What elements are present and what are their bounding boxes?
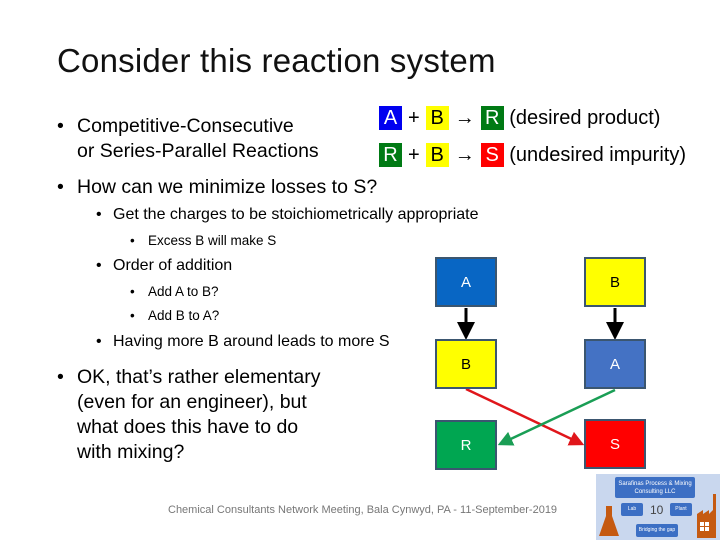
slide: Consider this reaction system Competitiv… bbox=[0, 0, 720, 540]
diagram-box-r: R bbox=[435, 420, 497, 470]
diagram-box-b-right: B bbox=[584, 257, 646, 307]
diagram-box-a-right: A bbox=[584, 339, 646, 389]
company-logo: Sarafinas Process & Mixing Consulting LL… bbox=[596, 474, 720, 540]
diagram-box-b-left: B bbox=[435, 339, 497, 389]
logo-lab-label: Lab bbox=[621, 503, 643, 516]
slide-footer: Chemical Consultants Network Meeting, Ba… bbox=[168, 504, 558, 516]
factory-icon bbox=[697, 494, 716, 538]
logo-plant-label: Plant bbox=[670, 503, 692, 516]
logo-tagline: Bridging the gap bbox=[636, 524, 678, 537]
logo-company-name: Sarafinas Process & Mixing Consulting LL… bbox=[615, 477, 695, 498]
page-number: 10 bbox=[650, 503, 664, 517]
diagram-box-a-left: A bbox=[435, 257, 497, 307]
diagram-box-s: S bbox=[584, 419, 646, 469]
flask-icon bbox=[599, 506, 619, 536]
